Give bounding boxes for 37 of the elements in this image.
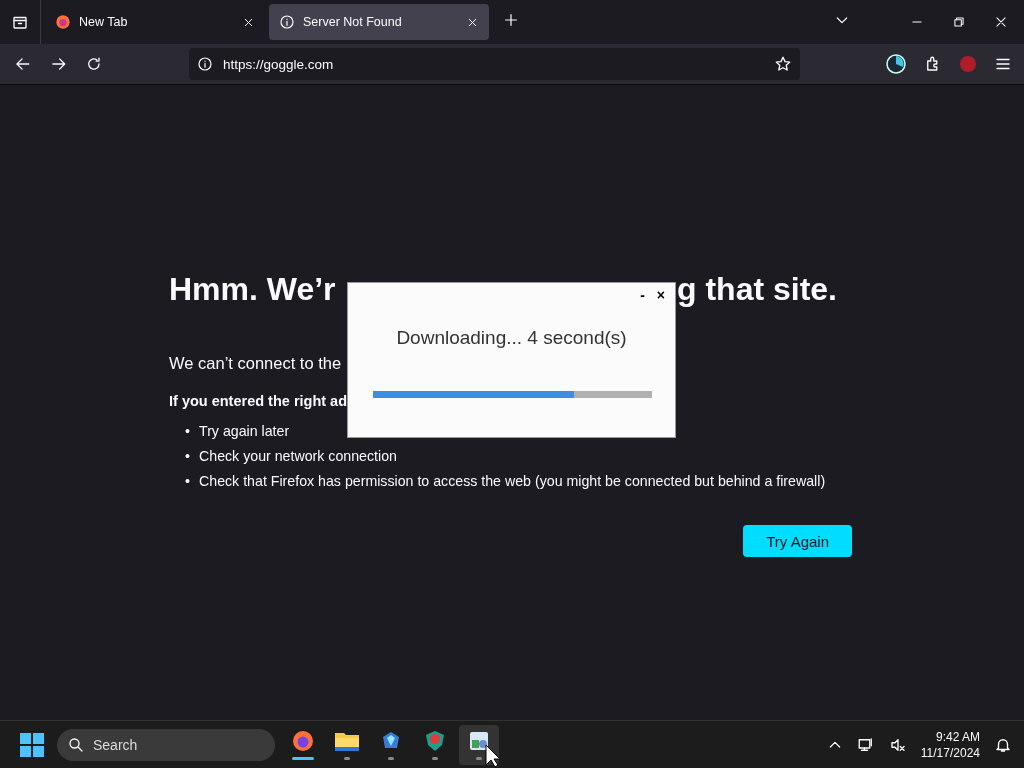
address-field[interactable]: https://goggle.com bbox=[189, 48, 800, 80]
search-field[interactable]: Search bbox=[57, 728, 275, 761]
restore-icon[interactable] bbox=[952, 15, 966, 29]
suggestion-item: Check your network connection bbox=[199, 448, 397, 464]
reload-icon[interactable] bbox=[85, 55, 103, 73]
bullet-mark: • bbox=[185, 448, 191, 464]
error-heading: Hmm. We’r bbox=[169, 271, 336, 308]
search-icon bbox=[67, 735, 85, 754]
minimize-button[interactable]: - bbox=[640, 287, 645, 303]
back-icon[interactable] bbox=[14, 55, 32, 73]
download-message: Downloading... 4 second(s) bbox=[396, 327, 627, 348]
forward-icon[interactable] bbox=[49, 55, 68, 73]
shield-icon bbox=[423, 729, 447, 753]
error-text: We can’t connect to the bbox=[169, 354, 342, 372]
start-icon[interactable] bbox=[20, 732, 44, 757]
try-again-button[interactable]: Try Again bbox=[743, 525, 852, 557]
info-icon bbox=[279, 14, 295, 30]
close-icon[interactable] bbox=[994, 15, 1008, 29]
cursor-icon bbox=[485, 744, 501, 768]
browser-tab[interactable]: New Tab bbox=[45, 4, 265, 40]
browser-tab[interactable]: Server Not Found bbox=[269, 4, 489, 40]
firefox-icon bbox=[55, 14, 71, 30]
info-icon bbox=[197, 56, 213, 72]
network-icon[interactable] bbox=[856, 735, 875, 754]
new-tab-icon[interactable] bbox=[503, 12, 519, 28]
error-heading: g that site. bbox=[677, 271, 837, 308]
suggestion-item: Try again later bbox=[199, 423, 290, 439]
suggestion-item: Check that Firefox has permission to access the web (you might be connected but behind a firewall) bbox=[199, 473, 826, 489]
error-hint: If you entered the right ad bbox=[169, 393, 348, 409]
pie-chart-icon[interactable] bbox=[886, 54, 906, 74]
clock[interactable]: 9:42 AM 11/17/2024 bbox=[920, 728, 980, 761]
bullet-mark: • bbox=[185, 423, 191, 439]
close-button[interactable]: × bbox=[656, 287, 665, 303]
firefox-icon bbox=[291, 729, 315, 753]
star-icon[interactable] bbox=[774, 55, 792, 73]
bullet-mark: • bbox=[185, 473, 191, 489]
installer-icon bbox=[467, 729, 491, 753]
